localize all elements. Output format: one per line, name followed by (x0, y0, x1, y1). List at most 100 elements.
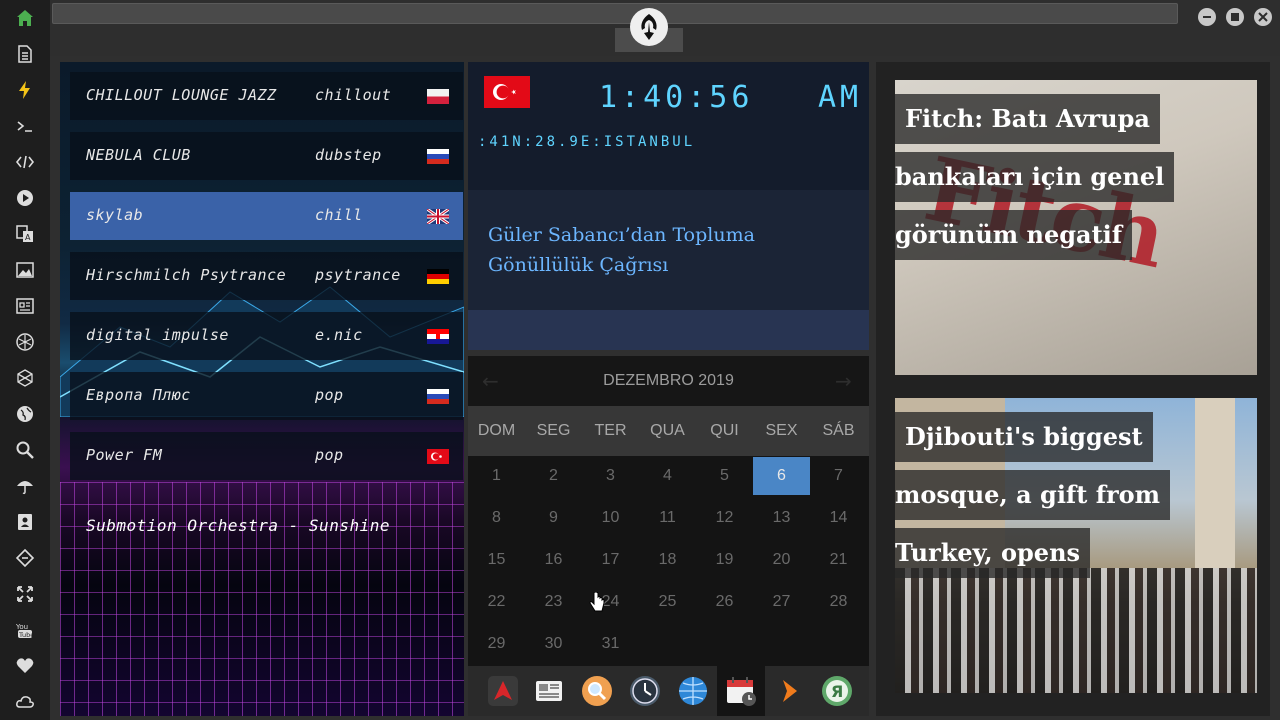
globe-app-icon[interactable] (674, 672, 712, 710)
calendar-day[interactable]: 17 (582, 541, 639, 579)
calendar-day[interactable]: 2 (525, 457, 582, 495)
news-photo-crowd (895, 568, 1257, 693)
news-app-icon[interactable] (530, 672, 568, 710)
globe-icon[interactable] (13, 402, 37, 426)
youtube-icon[interactable]: You Tube (13, 618, 37, 642)
station-row[interactable]: NEBULA CLUB dubstep (70, 132, 463, 180)
news-card-headline[interactable]: mosque, a gift from (895, 470, 1171, 520)
station-row[interactable]: Европа Плюс pop (70, 372, 463, 420)
terminal-icon[interactable] (13, 114, 37, 138)
svg-text:You: You (15, 623, 28, 631)
top-bar (50, 0, 1280, 56)
calendar-day[interactable]: 19 (696, 541, 753, 579)
close-button[interactable] (1254, 8, 1272, 26)
arrow-app-icon[interactable] (770, 672, 808, 710)
news-card[interactable]: Djibouti's biggest mosque, a gift from T… (895, 398, 1257, 693)
svg-text:A: A (25, 233, 31, 242)
station-row[interactable]: CHILLOUT LOUNGE JAZZ chillout (70, 72, 463, 120)
news-ticker[interactable]: Güler Sabancı’dan Topluma Gönüllülük Çağ… (468, 190, 869, 310)
tag-icon[interactable] (13, 546, 37, 570)
calendar-day[interactable]: 14 (810, 499, 867, 537)
next-month-icon[interactable]: → (835, 369, 852, 393)
search-icon[interactable] (13, 438, 37, 462)
calendar-day[interactable]: 11 (639, 499, 696, 537)
station-row[interactable]: digital impulse e.nic (70, 312, 463, 360)
hexagon-icon[interactable] (13, 366, 37, 390)
clock-location: :41N:28.9E:ISTANBUL (478, 134, 696, 150)
station-genre: pop (315, 386, 344, 404)
calendar-day[interactable]: 18 (639, 541, 696, 579)
station-genre: psytrance (315, 266, 401, 284)
station-row[interactable]: Power FM pop (70, 432, 463, 480)
weekday-label: SÁB (822, 422, 855, 439)
uk-flag-icon (427, 209, 449, 224)
image-icon[interactable] (13, 258, 37, 282)
calendar-day[interactable]: 28 (810, 583, 867, 621)
news-card-headline[interactable]: Turkey, opens (895, 528, 1091, 578)
calendar-day[interactable]: 30 (525, 625, 582, 663)
calendar-day[interactable]: 5 (696, 457, 753, 495)
calendar-day[interactable]: 26 (696, 583, 753, 621)
clock-app-icon[interactable] (626, 672, 664, 710)
minimize-button[interactable] (1198, 8, 1216, 26)
calendar-day[interactable]: 23 (525, 583, 582, 621)
calendar-day[interactable]: 16 (525, 541, 582, 579)
calendar-day[interactable]: 20 (753, 541, 810, 579)
station-name: digital impulse (86, 326, 229, 344)
calendar-day[interactable]: 31 (582, 625, 639, 663)
rebel-icon[interactable] (13, 330, 37, 354)
news-card-headline[interactable]: bankaları için genel (895, 152, 1175, 202)
weekday-label: SEG (536, 422, 571, 439)
news-card-headline[interactable]: Djibouti's biggest (895, 412, 1153, 462)
calendar-app-icon[interactable] (717, 666, 765, 716)
play-icon[interactable] (13, 186, 37, 210)
contact-icon[interactable] (13, 510, 37, 534)
station-genre: chillout (315, 86, 392, 104)
document-icon[interactable] (13, 42, 37, 66)
calendar-day[interactable]: 9 (525, 499, 582, 537)
yandex-icon[interactable]: Я (818, 672, 856, 710)
calendar-day[interactable]: 21 (810, 541, 867, 579)
calendar-day[interactable]: 15 (468, 541, 525, 579)
news-card[interactable]: Fitch Fitch: Batı Avrupa bankaları için … (895, 80, 1257, 375)
news-icon[interactable] (13, 294, 37, 318)
code-icon[interactable] (13, 150, 37, 174)
rebel-logo-icon[interactable] (630, 8, 668, 46)
calendar-day[interactable]: 13 (753, 499, 810, 537)
station-name: skylab (86, 206, 144, 224)
news-card-headline[interactable]: Fitch: Batı Avrupa (895, 94, 1160, 144)
search-app-icon[interactable] (578, 672, 616, 710)
calendar-day[interactable]: 12 (696, 499, 753, 537)
expand-icon[interactable] (13, 582, 37, 606)
heart-icon[interactable] (13, 654, 37, 678)
address-bar[interactable] (52, 3, 1178, 24)
cloud-icon[interactable] (13, 690, 37, 714)
calendar-day[interactable]: 25 (639, 583, 696, 621)
calendar-day[interactable]: 7 (810, 457, 867, 495)
news-headline[interactable]: Güler Sabancı’dan Topluma Gönüllülük Çağ… (488, 220, 788, 280)
calendar-day-today[interactable]: 6 (753, 457, 810, 495)
calendar-day[interactable]: 10 (582, 499, 639, 537)
umbrella-icon[interactable] (13, 474, 37, 498)
news-card-headline[interactable]: görünüm negatif (895, 210, 1133, 260)
news-photo-minaret (1195, 398, 1235, 568)
lightning-icon[interactable] (13, 78, 37, 102)
arch-icon[interactable] (484, 672, 522, 710)
calendar-day[interactable]: 29 (468, 625, 525, 663)
station-row-selected[interactable]: skylab chill (70, 192, 463, 240)
translate-icon[interactable]: A (13, 222, 37, 246)
calendar-day[interactable]: 4 (639, 457, 696, 495)
calendar-day[interactable]: 3 (582, 457, 639, 495)
calendar-header: ← DEZEMBRO 2019 → (468, 356, 869, 406)
svg-text:Я: Я (831, 682, 843, 701)
calendar-day[interactable]: 1 (468, 457, 525, 495)
home-icon[interactable] (13, 6, 37, 30)
maximize-button[interactable] (1226, 8, 1244, 26)
weekday-label: QUA (650, 422, 685, 439)
calendar-day[interactable]: 22 (468, 583, 525, 621)
station-genre: e.nic (315, 326, 363, 344)
radio-panel: CHILLOUT LOUNGE JAZZ chillout NEBULA CLU… (60, 62, 464, 716)
calendar-day[interactable]: 27 (753, 583, 810, 621)
calendar-day[interactable]: 8 (468, 499, 525, 537)
station-row[interactable]: Hirschmilch Psytrance psytrance (70, 252, 463, 300)
